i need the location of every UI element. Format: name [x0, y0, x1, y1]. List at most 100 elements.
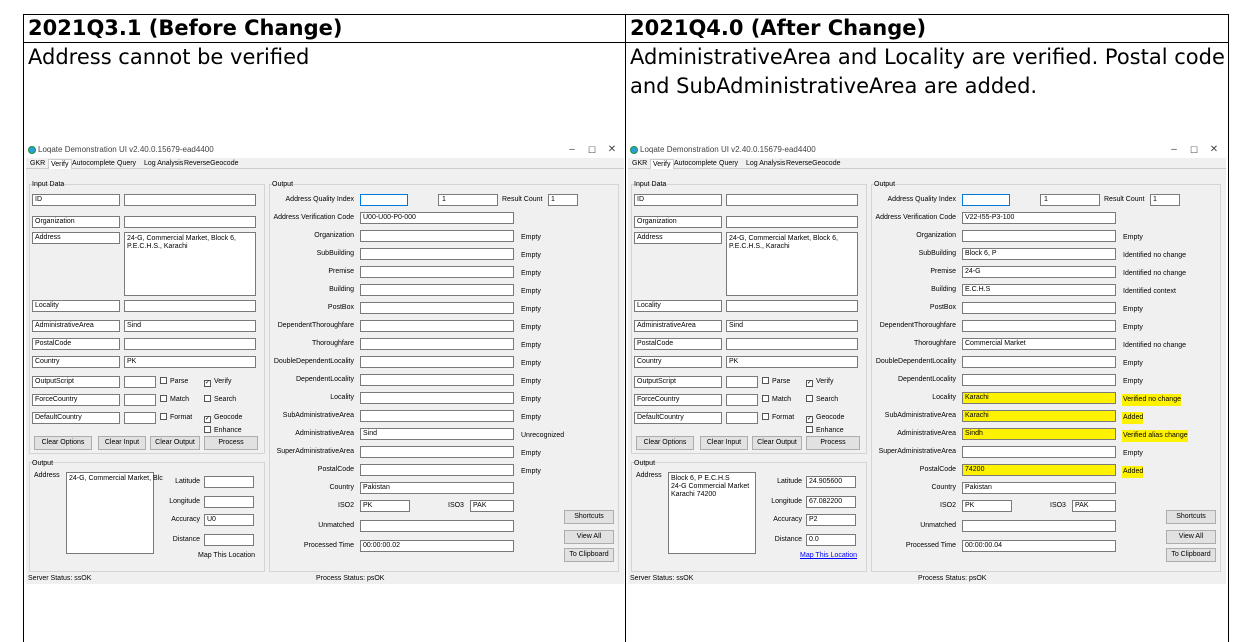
option-select-outputscript[interactable]: OutputScript	[32, 376, 120, 388]
address-input[interactable]: 24-G, Commercial Market, Block 6, P.E.C.H…	[726, 232, 858, 296]
option-select-outputscript[interactable]: OutputScript	[634, 376, 722, 388]
option-value-defaultcountry[interactable]	[726, 412, 758, 424]
checkbox-format[interactable]: Format	[762, 413, 794, 422]
geo-value-accuracy: P2	[806, 514, 856, 526]
input-value-administrativearea[interactable]: Sind	[726, 320, 858, 332]
to-clipboard-button[interactable]: To Clipboard	[564, 548, 614, 562]
option-select-defaultcountry[interactable]: DefaultCountry	[634, 412, 722, 424]
address-input-line: 24-G, Commercial Market, Block 6,	[127, 235, 236, 242]
input-value-organization[interactable]	[124, 216, 256, 228]
checkbox-verify[interactable]: ✓ Verify	[806, 377, 834, 387]
field-status-dependentlocality: Empty	[521, 378, 541, 385]
checkbox-format[interactable]: Format	[160, 413, 192, 422]
input-value-postalcode[interactable]	[124, 338, 256, 350]
field-value-subadministrativearea	[360, 410, 514, 422]
checkbox-verify[interactable]: ✓ Verify	[204, 377, 232, 387]
input-field-select-locality[interactable]: Locality	[634, 300, 722, 312]
input-value-administrativearea[interactable]: Sind	[124, 320, 256, 332]
clear-options-button[interactable]: Clear Options	[34, 436, 92, 450]
option-select-defaultcountry[interactable]: DefaultCountry	[32, 412, 120, 424]
address-input[interactable]: 24-G, Commercial Market, Block 6, P.E.C.H…	[124, 232, 256, 296]
tab-verify[interactable]: Verify	[650, 159, 674, 169]
maximize-button[interactable]: ☐	[1184, 142, 1204, 158]
tab-log-analysis[interactable]: Log Analysis	[142, 159, 185, 169]
clear-output-button[interactable]: Clear Output	[150, 436, 200, 450]
field-status-subbuilding: Empty	[521, 252, 541, 259]
map-this-location-link[interactable]: Map This Location	[198, 552, 255, 559]
process-button[interactable]: Process	[806, 436, 860, 450]
clear-output-button[interactable]: Clear Output	[752, 436, 802, 450]
close-button[interactable]: ✕	[602, 142, 622, 158]
option-value-forcecountry[interactable]	[124, 394, 156, 406]
input-field-select-organization[interactable]: Organization	[634, 216, 722, 228]
input-field-select-organization[interactable]: Organization	[32, 216, 120, 228]
input-field-select-administrativearea[interactable]: AdministrativeArea	[32, 320, 120, 332]
view-all-button[interactable]: View All	[1166, 530, 1216, 544]
minimize-button[interactable]: –	[562, 142, 582, 158]
option-value-forcecountry[interactable]	[726, 394, 758, 406]
option-value-outputscript[interactable]	[124, 376, 156, 388]
clear-options-button[interactable]: Clear Options	[636, 436, 694, 450]
checkbox-parse[interactable]: Parse	[762, 377, 790, 386]
option-value-outputscript[interactable]	[726, 376, 758, 388]
input-value-country[interactable]: PK	[124, 356, 256, 368]
checkbox-label-search: Search	[816, 396, 839, 403]
view-all-button[interactable]: View All	[564, 530, 614, 544]
checkbox-match[interactable]: Match	[160, 395, 189, 404]
input-field-select-id[interactable]: ID	[634, 194, 722, 206]
checkbox-geocode[interactable]: ✓ Geocode	[204, 413, 242, 423]
input-field-select-postalcode[interactable]: PostalCode	[634, 338, 722, 350]
clear-input-button[interactable]: Clear Input	[700, 436, 748, 450]
input-value-id[interactable]	[124, 194, 256, 206]
input-field-select-address[interactable]: Address	[634, 232, 722, 244]
tab-query[interactable]: Query	[717, 159, 740, 169]
tab-gkr[interactable]: GKR	[28, 159, 47, 169]
input-value-locality[interactable]	[124, 300, 256, 312]
option-select-forcecountry[interactable]: ForceCountry	[32, 394, 120, 406]
checkbox-match[interactable]: Match	[762, 395, 791, 404]
clear-input-button[interactable]: Clear Input	[98, 436, 146, 450]
input-value-organization[interactable]	[726, 216, 858, 228]
result-count-spinner[interactable]: 1	[1040, 194, 1100, 206]
iso2-label: ISO2	[940, 502, 956, 509]
tab-reversegeocode[interactable]: ReverseGeocode	[182, 159, 240, 169]
input-field-select-locality[interactable]: Locality	[32, 300, 120, 312]
close-button[interactable]: ✕	[1204, 142, 1224, 158]
checkbox-enhance[interactable]: Enhance	[806, 426, 844, 435]
tab-query[interactable]: Query	[115, 159, 138, 169]
tab-autocomplete[interactable]: Autocomplete	[672, 159, 719, 169]
to-clipboard-button[interactable]: To Clipboard	[1166, 548, 1216, 562]
input-field-select-id[interactable]: ID	[32, 194, 120, 206]
checkbox-enhance[interactable]: Enhance	[204, 426, 242, 435]
input-field-select-country[interactable]: Country	[32, 356, 120, 368]
minimize-button[interactable]: –	[1164, 142, 1184, 158]
input-field-select-address[interactable]: Address	[32, 232, 120, 244]
option-value-defaultcountry[interactable]	[124, 412, 156, 424]
tab-autocomplete[interactable]: Autocomplete	[70, 159, 117, 169]
option-select-forcecountry[interactable]: ForceCountry	[634, 394, 722, 406]
aqi-input[interactable]	[962, 194, 1010, 206]
process-button[interactable]: Process	[204, 436, 258, 450]
input-field-select-country[interactable]: Country	[634, 356, 722, 368]
checkbox-geocode[interactable]: ✓ Geocode	[806, 413, 844, 423]
input-value-locality[interactable]	[726, 300, 858, 312]
tab-verify[interactable]: Verify	[48, 159, 72, 169]
checkbox-search[interactable]: Search	[204, 395, 236, 404]
tab-reversegeocode[interactable]: ReverseGeocode	[784, 159, 842, 169]
map-this-location-link[interactable]: Map This Location	[800, 552, 857, 559]
checkbox-parse[interactable]: Parse	[160, 377, 188, 386]
tab-log-analysis[interactable]: Log Analysis	[744, 159, 787, 169]
tab-gkr[interactable]: GKR	[630, 159, 649, 169]
input-value-postalcode[interactable]	[726, 338, 858, 350]
field-value-postbox	[360, 302, 514, 314]
aqi-input[interactable]	[360, 194, 408, 206]
shortcuts-button[interactable]: Shortcuts	[564, 510, 614, 524]
input-value-country[interactable]: PK	[726, 356, 858, 368]
input-value-id[interactable]	[726, 194, 858, 206]
result-count-spinner[interactable]: 1	[438, 194, 498, 206]
shortcuts-button[interactable]: Shortcuts	[1166, 510, 1216, 524]
checkbox-search[interactable]: Search	[806, 395, 838, 404]
input-field-select-administrativearea[interactable]: AdministrativeArea	[634, 320, 722, 332]
input-field-select-postalcode[interactable]: PostalCode	[32, 338, 120, 350]
maximize-button[interactable]: ☐	[582, 142, 602, 158]
